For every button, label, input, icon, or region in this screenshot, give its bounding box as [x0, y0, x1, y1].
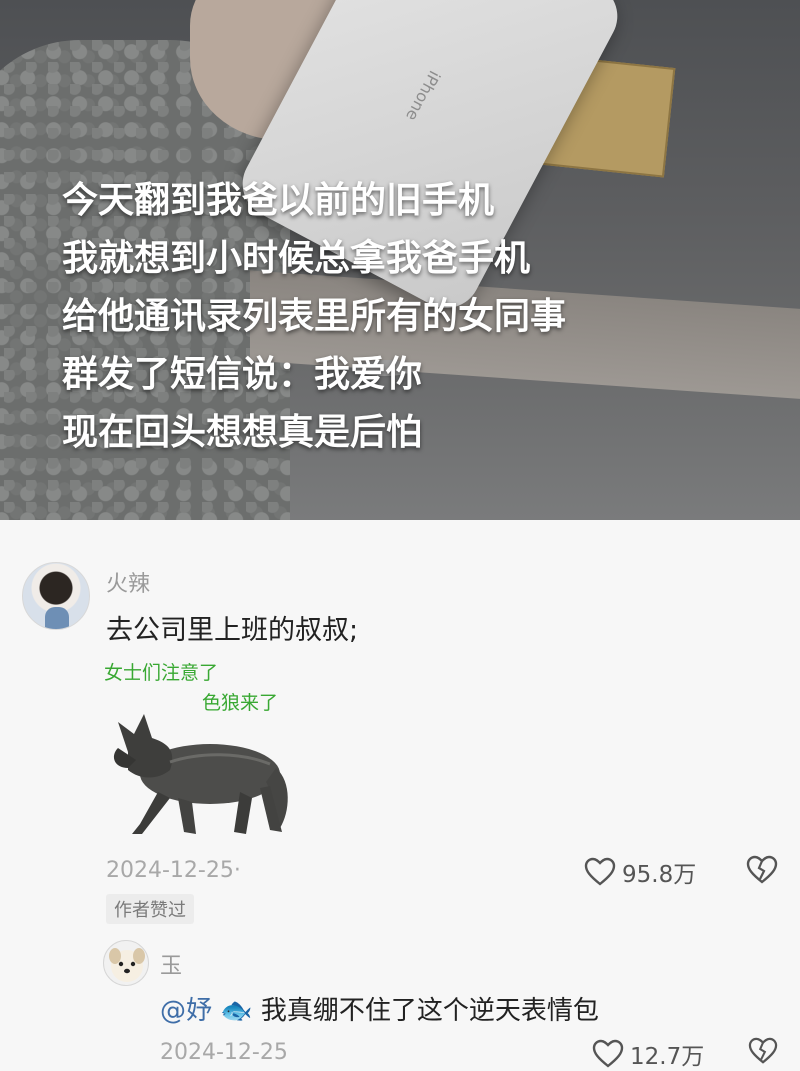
broken-heart-icon [746, 855, 778, 884]
reply-text: 我真绷不住了这个逆天表情包 [260, 996, 599, 1026]
caption-line: 群发了短信说：我爱你 [62, 354, 423, 395]
dislike-button[interactable] [746, 855, 778, 889]
puppy-avatar-image [109, 948, 145, 982]
avatar[interactable] [22, 562, 90, 630]
heart-outline-icon [584, 857, 616, 886]
comment-date: 2024-12-25· [106, 858, 241, 883]
reply-like-count: 12.7万 [630, 1044, 705, 1070]
reply-text-row: @妤 🐟 我真绷不住了这个逆天表情包 [160, 990, 599, 1027]
fish-emoji-icon: 🐟 [220, 996, 253, 1026]
comment-username[interactable]: 火辣 [106, 566, 150, 598]
wolf-image [113, 714, 288, 834]
like-count: 95.8万 [622, 862, 697, 888]
reply-username[interactable]: 玉 [160, 948, 182, 980]
heart-outline-icon [592, 1039, 624, 1068]
caption-line: 今天翻到我爸以前的旧手机 [62, 180, 495, 221]
phone-brand-logo: iPhone [402, 67, 445, 125]
video-frame[interactable]: iPhone 今天翻到我爸以前的旧手机 我就想到小时候总拿我爸手机 给他通讯录列… [0, 0, 800, 520]
author-liked-badge: 作者赞过 [106, 894, 194, 924]
comment-text: 去公司里上班的叔叔; [106, 615, 359, 646]
caption-line: 我就想到小时候总拿我爸手机 [62, 238, 531, 279]
broken-heart-icon [748, 1037, 778, 1064]
video-caption: 今天翻到我爸以前的旧手机 我就想到小时候总拿我爸手机 给他通讯录列表里所有的女同… [62, 172, 566, 462]
caption-line: 现在回头想想真是后怕 [62, 412, 423, 453]
like-button[interactable]: 95.8万 [584, 855, 696, 889]
mention-link[interactable]: @妤 [160, 996, 212, 1026]
reply-date: 2024-12-25 [160, 1040, 288, 1065]
wolf-sticker[interactable]: 女士们注意了 色狼来了 [100, 652, 300, 847]
reply-avatar[interactable] [103, 940, 149, 986]
caption-line: 给他通讯录列表里所有的女同事 [62, 296, 567, 337]
reply-dislike-button[interactable] [748, 1037, 778, 1069]
reply-like-button[interactable]: 12.7万 [592, 1037, 704, 1071]
